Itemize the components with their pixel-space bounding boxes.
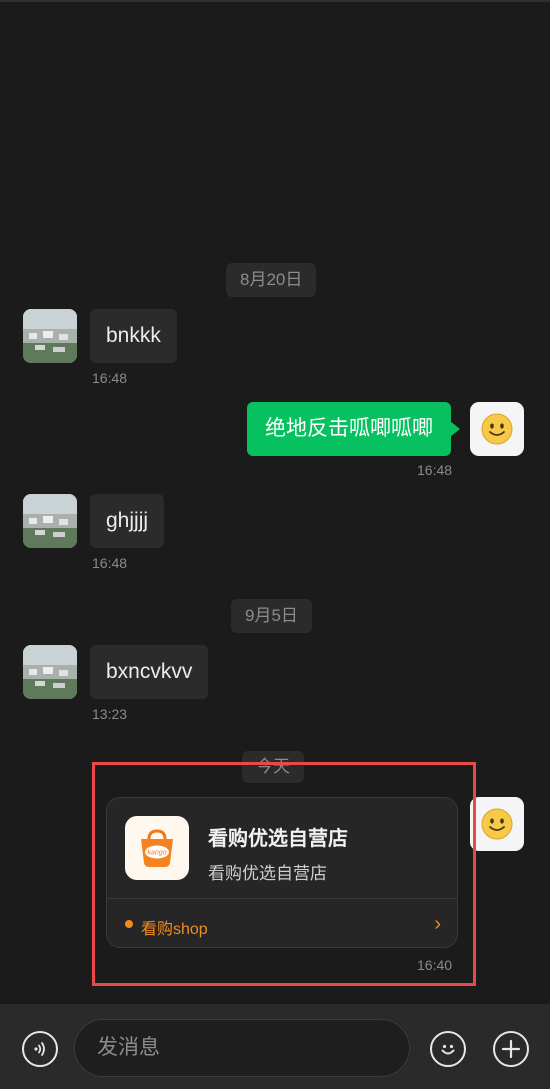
message-time: 16:48 xyxy=(92,555,128,571)
card-subtitle: 看购优选自营店 xyxy=(208,864,327,883)
card-source-label: 看购shop xyxy=(141,921,208,938)
avatar-photo xyxy=(23,309,77,363)
message-time: 16:40 xyxy=(417,957,453,973)
date-separator: 今天 xyxy=(242,751,304,783)
input-bar: 发消息 xyxy=(0,1004,550,1089)
contact-avatar[interactable] xyxy=(23,309,77,363)
source-dot-icon xyxy=(125,920,133,928)
contact-avatar[interactable] xyxy=(23,645,77,699)
date-separator: 8月20日 xyxy=(226,263,317,297)
voice-icon xyxy=(34,1042,45,1056)
self-avatar[interactable] xyxy=(470,797,524,851)
message-text: 绝地反击呱唧呱唧 xyxy=(265,417,433,440)
message-bubble[interactable]: bxncvkvv xyxy=(90,645,209,699)
message-time: 16:48 xyxy=(92,370,128,386)
voice-button[interactable] xyxy=(22,1031,58,1067)
date-separator: 9月5日 xyxy=(231,599,312,633)
smiley-icon xyxy=(481,413,513,445)
logo-wordmark: kango xyxy=(147,850,166,857)
card-divider xyxy=(107,898,457,899)
emoji-button[interactable] xyxy=(430,1031,466,1067)
avatar-photo xyxy=(23,494,77,548)
shop-logo: kango xyxy=(125,816,189,880)
contact-avatar[interactable] xyxy=(23,494,77,548)
message-bubble-outgoing[interactable]: 绝地反击呱唧呱唧 xyxy=(247,402,460,456)
message-time: 13:23 xyxy=(92,706,128,722)
shop-card[interactable]: kango 看购优选自营店 看购优选自营店 看购shop › xyxy=(106,797,458,948)
smiley-icon xyxy=(481,808,513,840)
message-bubble[interactable]: ghjjjj xyxy=(90,494,165,548)
shopping-bag-icon: kango xyxy=(141,829,173,867)
message-time: 16:48 xyxy=(417,462,453,478)
avatar-photo xyxy=(23,645,77,699)
self-avatar[interactable] xyxy=(470,402,524,456)
message-bubble[interactable]: bnkkk xyxy=(90,309,177,363)
bubble-tail xyxy=(450,421,460,437)
chevron-right-icon[interactable]: › xyxy=(434,913,441,936)
plus-button[interactable] xyxy=(493,1031,529,1067)
card-title: 看购优选自营店 xyxy=(208,828,348,850)
message-input[interactable]: 发消息 xyxy=(74,1019,410,1077)
emoji-icon xyxy=(441,1044,455,1055)
plus-icon xyxy=(501,1039,521,1059)
top-divider xyxy=(0,0,550,2)
